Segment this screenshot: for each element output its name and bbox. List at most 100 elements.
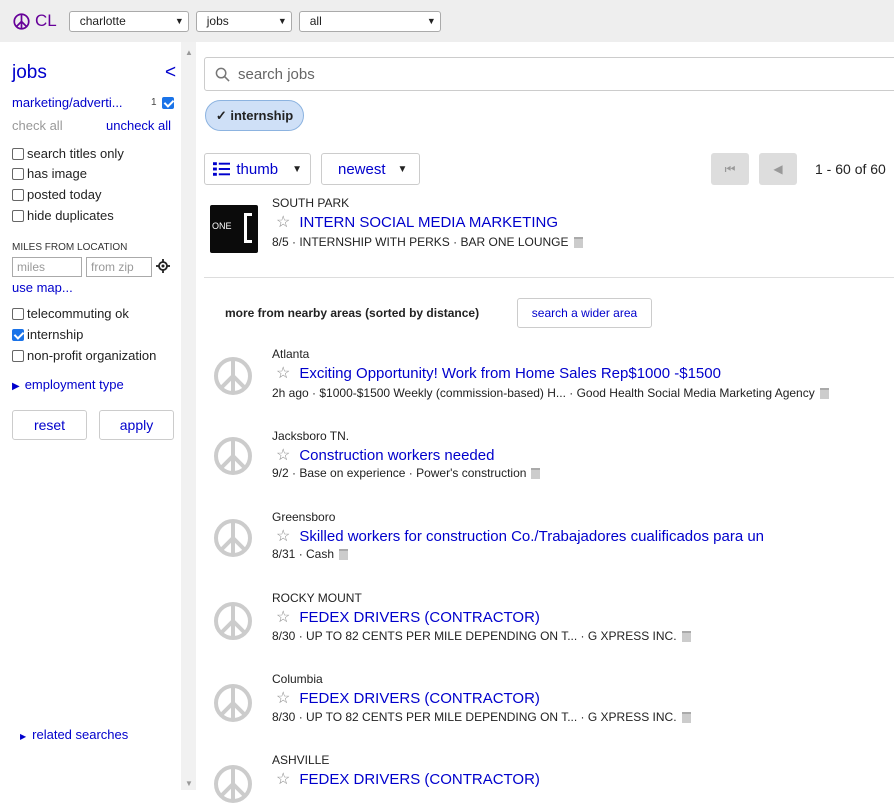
star-icon[interactable]: ☆ (276, 365, 290, 382)
divider (204, 277, 894, 278)
listing-meta: 8/5 · INTERNSHIP WITH PERKS · BAR ONE LO… (272, 235, 583, 249)
listing-title-link[interactable]: ☆ FEDEX DRIVERS (CONTRACTOR) (276, 607, 540, 627)
prev-page-button[interactable]: ◀ (759, 153, 797, 185)
listing-title-link[interactable]: ☆ Skilled workers for construction Co./Tr… (276, 526, 764, 546)
check-all-link[interactable]: check all (12, 118, 63, 133)
star-icon[interactable]: ☆ (276, 609, 290, 626)
listing-location: ROCKY MOUNT (272, 591, 362, 605)
listing-location: Columbia (272, 672, 323, 686)
trash-icon[interactable] (819, 388, 829, 399)
listing-title-link[interactable]: ☆ Construction workers needed (276, 445, 494, 465)
sort-dropdown[interactable]: newest ▼ (321, 153, 420, 185)
category-select[interactable]: jobs ▼ (195, 10, 292, 32)
listing-title: Construction workers needed (299, 447, 495, 464)
sidebar-title[interactable]: jobs (12, 62, 47, 84)
listing-thumbnail[interactable]: ONE (210, 205, 258, 253)
listing-location: Jacksboro TN. (272, 429, 350, 443)
employment-type-toggle[interactable]: ▶ employment type (12, 377, 124, 392)
employment-type-label: employment type (24, 377, 124, 392)
sidebar-scrollbar[interactable]: ▲ ▼ (181, 42, 196, 790)
option-label: search titles only (27, 146, 124, 161)
collapse-icon[interactable]: < (165, 62, 176, 84)
apply-button[interactable]: apply (99, 410, 174, 440)
star-icon[interactable]: ☆ (276, 447, 290, 464)
star-icon[interactable]: ☆ (276, 690, 290, 707)
listing-title: FEDEX DRIVERS (CONTRACTOR) (299, 690, 540, 707)
city-select-value: charlotte (79, 14, 126, 28)
checkbox[interactable] (12, 307, 24, 320)
option-search-titles-only[interactable]: search titles only (12, 146, 124, 161)
uncheck-all-link[interactable]: uncheck all (106, 118, 171, 133)
view-mode-label: thumb (236, 160, 279, 178)
listing-title-link[interactable]: ☆ Exciting Opportunity! Work from Home Sa… (276, 363, 721, 383)
listing-title: Skilled workers for construction Co./Tra… (299, 528, 765, 545)
search-bar[interactable]: search jobs (204, 57, 894, 91)
listing-title-link[interactable]: ☆ FEDEX DRIVERS (CONTRACTOR) (276, 769, 540, 789)
zip-input[interactable]: from zip (86, 257, 152, 277)
listing-location: Atlanta (272, 347, 310, 361)
option-has-image[interactable]: has image (12, 166, 87, 181)
star-icon[interactable]: ☆ (276, 528, 290, 545)
option-non-profit[interactable]: non-profit organization (12, 348, 156, 363)
subcategory-select[interactable]: all ▼ (298, 10, 441, 32)
listing-meta-text: 8/31 · Cash (272, 547, 335, 561)
star-icon[interactable]: ☆ (276, 214, 290, 231)
trash-icon[interactable] (573, 237, 583, 248)
first-page-button[interactable]: ⏮ (711, 153, 749, 185)
listing-meta: 9/2 · Base on experience · Power's const… (272, 466, 541, 480)
listing-title-link[interactable]: ☆ INTERN SOCIAL MEDIA MARKETING (276, 212, 558, 232)
miles-input[interactable]: miles (12, 257, 82, 277)
caret-right-icon: ▶ (20, 732, 27, 741)
category-filter-checkbox[interactable] (162, 97, 174, 109)
listing-title-link[interactable]: ☆ FEDEX DRIVERS (CONTRACTOR) (276, 688, 540, 708)
chevron-down-icon: ▼ (426, 16, 436, 26)
trash-icon[interactable] (339, 549, 349, 560)
city-select[interactable]: charlotte ▼ (68, 10, 189, 32)
reset-button[interactable]: reset (12, 410, 87, 440)
chevron-down-icon: ▼ (174, 16, 184, 26)
trash-icon[interactable] (681, 712, 691, 723)
star-icon[interactable]: ☆ (276, 771, 290, 788)
listing-location: SOUTH PARK (272, 196, 350, 210)
view-mode-dropdown[interactable]: thumb ▼ (204, 153, 311, 185)
listing-location: Greensboro (272, 510, 336, 524)
checkbox[interactable] (12, 167, 24, 180)
trash-icon[interactable] (681, 631, 691, 642)
checkbox[interactable] (12, 209, 24, 222)
option-posted-today[interactable]: posted today (12, 187, 101, 202)
checkbox[interactable] (12, 328, 24, 341)
option-label: non-profit organization (27, 348, 157, 363)
trash-icon[interactable] (531, 468, 541, 479)
search-wider-area-button[interactable]: search a wider area (517, 298, 652, 328)
listing-title: FEDEX DRIVERS (CONTRACTOR) (299, 609, 540, 626)
use-map-link[interactable]: use map... (12, 280, 73, 295)
option-internship[interactable]: internship (12, 327, 83, 342)
category-filter-link[interactable]: marketing/adverti... (12, 95, 123, 110)
craigslist-logo[interactable]: CL (13, 11, 57, 31)
option-label: has image (27, 166, 87, 181)
internship-filter-chip[interactable]: ✓ internship (205, 100, 304, 131)
miles-heading: MILES FROM LOCATION (12, 242, 128, 253)
list-view-icon (213, 162, 231, 176)
sidebar: jobs < marketing/adverti... 1 check all … (0, 42, 196, 790)
crosshair-icon[interactable] (156, 259, 170, 273)
scroll-up-icon[interactable]: ▲ (185, 48, 193, 57)
listing-title: Exciting Opportunity! Work from Home Sal… (299, 365, 721, 382)
scroll-down-icon[interactable]: ▼ (185, 779, 193, 788)
checkbox[interactable] (12, 349, 24, 362)
listing-title: INTERN SOCIAL MEDIA MARKETING (299, 214, 558, 231)
category-select-value: jobs (206, 14, 229, 28)
checkbox[interactable] (12, 188, 24, 201)
listing-meta-text: 8/30 · UP TO 82 CENTS PER MILE DEPENDING… (272, 710, 677, 724)
option-telecommuting[interactable]: telecommuting ok (12, 306, 129, 321)
option-hide-duplicates[interactable]: hide duplicates (12, 208, 114, 223)
listing-meta-text: 9/2 · Base on experience · Power's const… (272, 466, 527, 480)
checkbox[interactable] (12, 147, 24, 160)
related-searches-toggle[interactable]: ▶ related searches (20, 727, 128, 742)
chevron-down-icon: ▼ (292, 163, 302, 175)
chevron-down-icon: ▼ (397, 163, 408, 175)
related-searches-label: related searches (32, 727, 129, 742)
peace-icon (214, 437, 252, 475)
search-input[interactable]: search jobs (238, 66, 315, 83)
thumbnail-text: ONE (212, 221, 232, 231)
